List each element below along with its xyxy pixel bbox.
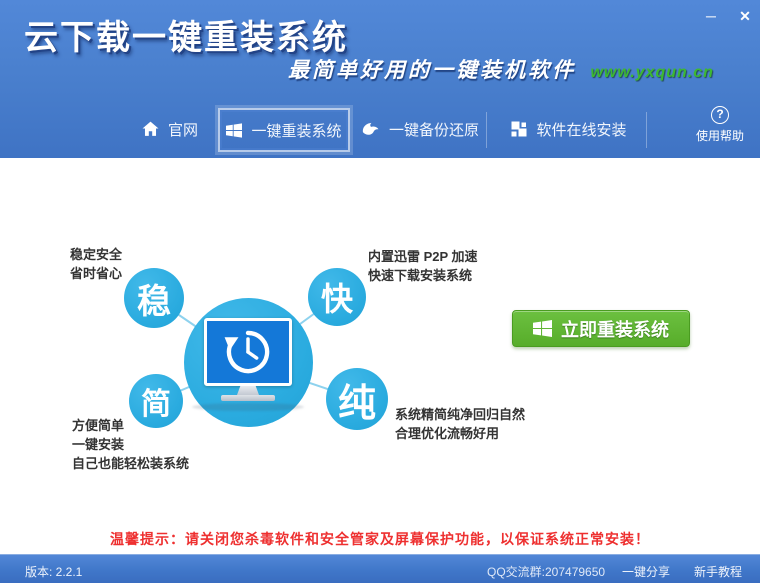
feature-circle-fast: 快 (308, 268, 366, 326)
nav-label: 一键重装系统 (251, 120, 341, 141)
main-content: 稳 快 简 纯 稳定安全 省时省心 内置迅雷 P2P 加速 (0, 158, 760, 554)
feature-circle-pure: 纯 (326, 368, 388, 430)
feature-desc-stable: 稳定安全 省时省心 (70, 245, 122, 283)
share-button[interactable]: 一键分享 (622, 563, 670, 580)
minimize-button[interactable]: ─ (698, 6, 724, 26)
warning-tip: 温馨提示：请关闭您杀毒软件和安全管家及屏幕保护功能，以保证系统正常安装！ (0, 529, 760, 549)
windows-icon (533, 320, 552, 337)
nav-label: 官网 (168, 119, 198, 140)
nav-separator (486, 112, 487, 148)
feature-circle-stable: 稳 (124, 268, 184, 328)
windows-icon (226, 123, 242, 138)
feature-desc-simple: 方便简单 一键安装 自己也能轻松装系统 (72, 416, 189, 473)
nav-item-reinstall-system[interactable]: 一键重装系统 (218, 108, 350, 152)
feature-desc-fast: 内置迅雷 P2P 加速 快速下载安装系统 (368, 247, 478, 285)
reinstall-now-button[interactable]: 立即重装系统 (512, 310, 690, 347)
version-label: 版本: 2.2.1 (25, 563, 82, 580)
feature-char: 稳 (137, 274, 171, 323)
home-icon (142, 121, 159, 137)
titlebar: 云下载一键重装系统 ─ ✕ 最简单好用的一键装机软件 www.yxqun.cn … (0, 0, 760, 158)
backup-bird-icon (361, 121, 380, 137)
nav-separator (646, 112, 647, 148)
help-button[interactable]: ? 使用帮助 (688, 106, 752, 152)
feature-desc-pure: 系统精简纯净回归自然 合理优化流畅好用 (395, 405, 525, 443)
nav-label: 软件在线安装 (536, 119, 626, 140)
nav-label: 一键备份还原 (389, 119, 479, 140)
qq-group-label: QQ交流群:207479650 (487, 563, 605, 580)
center-circle (184, 298, 313, 427)
restore-clock-icon (222, 326, 274, 378)
time-machine-monitor-icon (204, 318, 292, 386)
tutorial-button[interactable]: 新手教程 (694, 563, 742, 580)
slogan-row: 最简单好用的一键装机软件 www.yxqun.cn (288, 54, 714, 84)
help-question-icon: ? (711, 106, 729, 124)
software-grid-icon (511, 121, 527, 137)
nav-item-backup-restore[interactable]: 一键备份还原 (357, 106, 483, 152)
monitor-stand-neck (237, 386, 259, 395)
help-label: 使用帮助 (696, 127, 744, 144)
nav-item-official-site[interactable]: 官网 (130, 106, 210, 152)
statusbar: 版本: 2.2.1 QQ交流群:207479650 一键分享 新手教程 (0, 554, 760, 583)
nav-item-software-install[interactable]: 软件在线安装 (495, 106, 643, 152)
reinstall-now-label: 立即重装系统 (561, 316, 669, 342)
app-window: 云下载一键重装系统 ─ ✕ 最简单好用的一键装机软件 www.yxqun.cn … (0, 0, 760, 583)
feature-char: 快 (321, 274, 353, 320)
slogan-text: 最简单好用的一键装机软件 (288, 54, 576, 84)
monitor-shadow (192, 403, 304, 411)
website-link[interactable]: www.yxqun.cn (590, 64, 713, 82)
feature-char: 纯 (338, 372, 376, 427)
monitor-stand-base (221, 395, 275, 401)
close-button[interactable]: ✕ (732, 6, 758, 26)
app-title: 云下载一键重装系统 (24, 10, 348, 59)
